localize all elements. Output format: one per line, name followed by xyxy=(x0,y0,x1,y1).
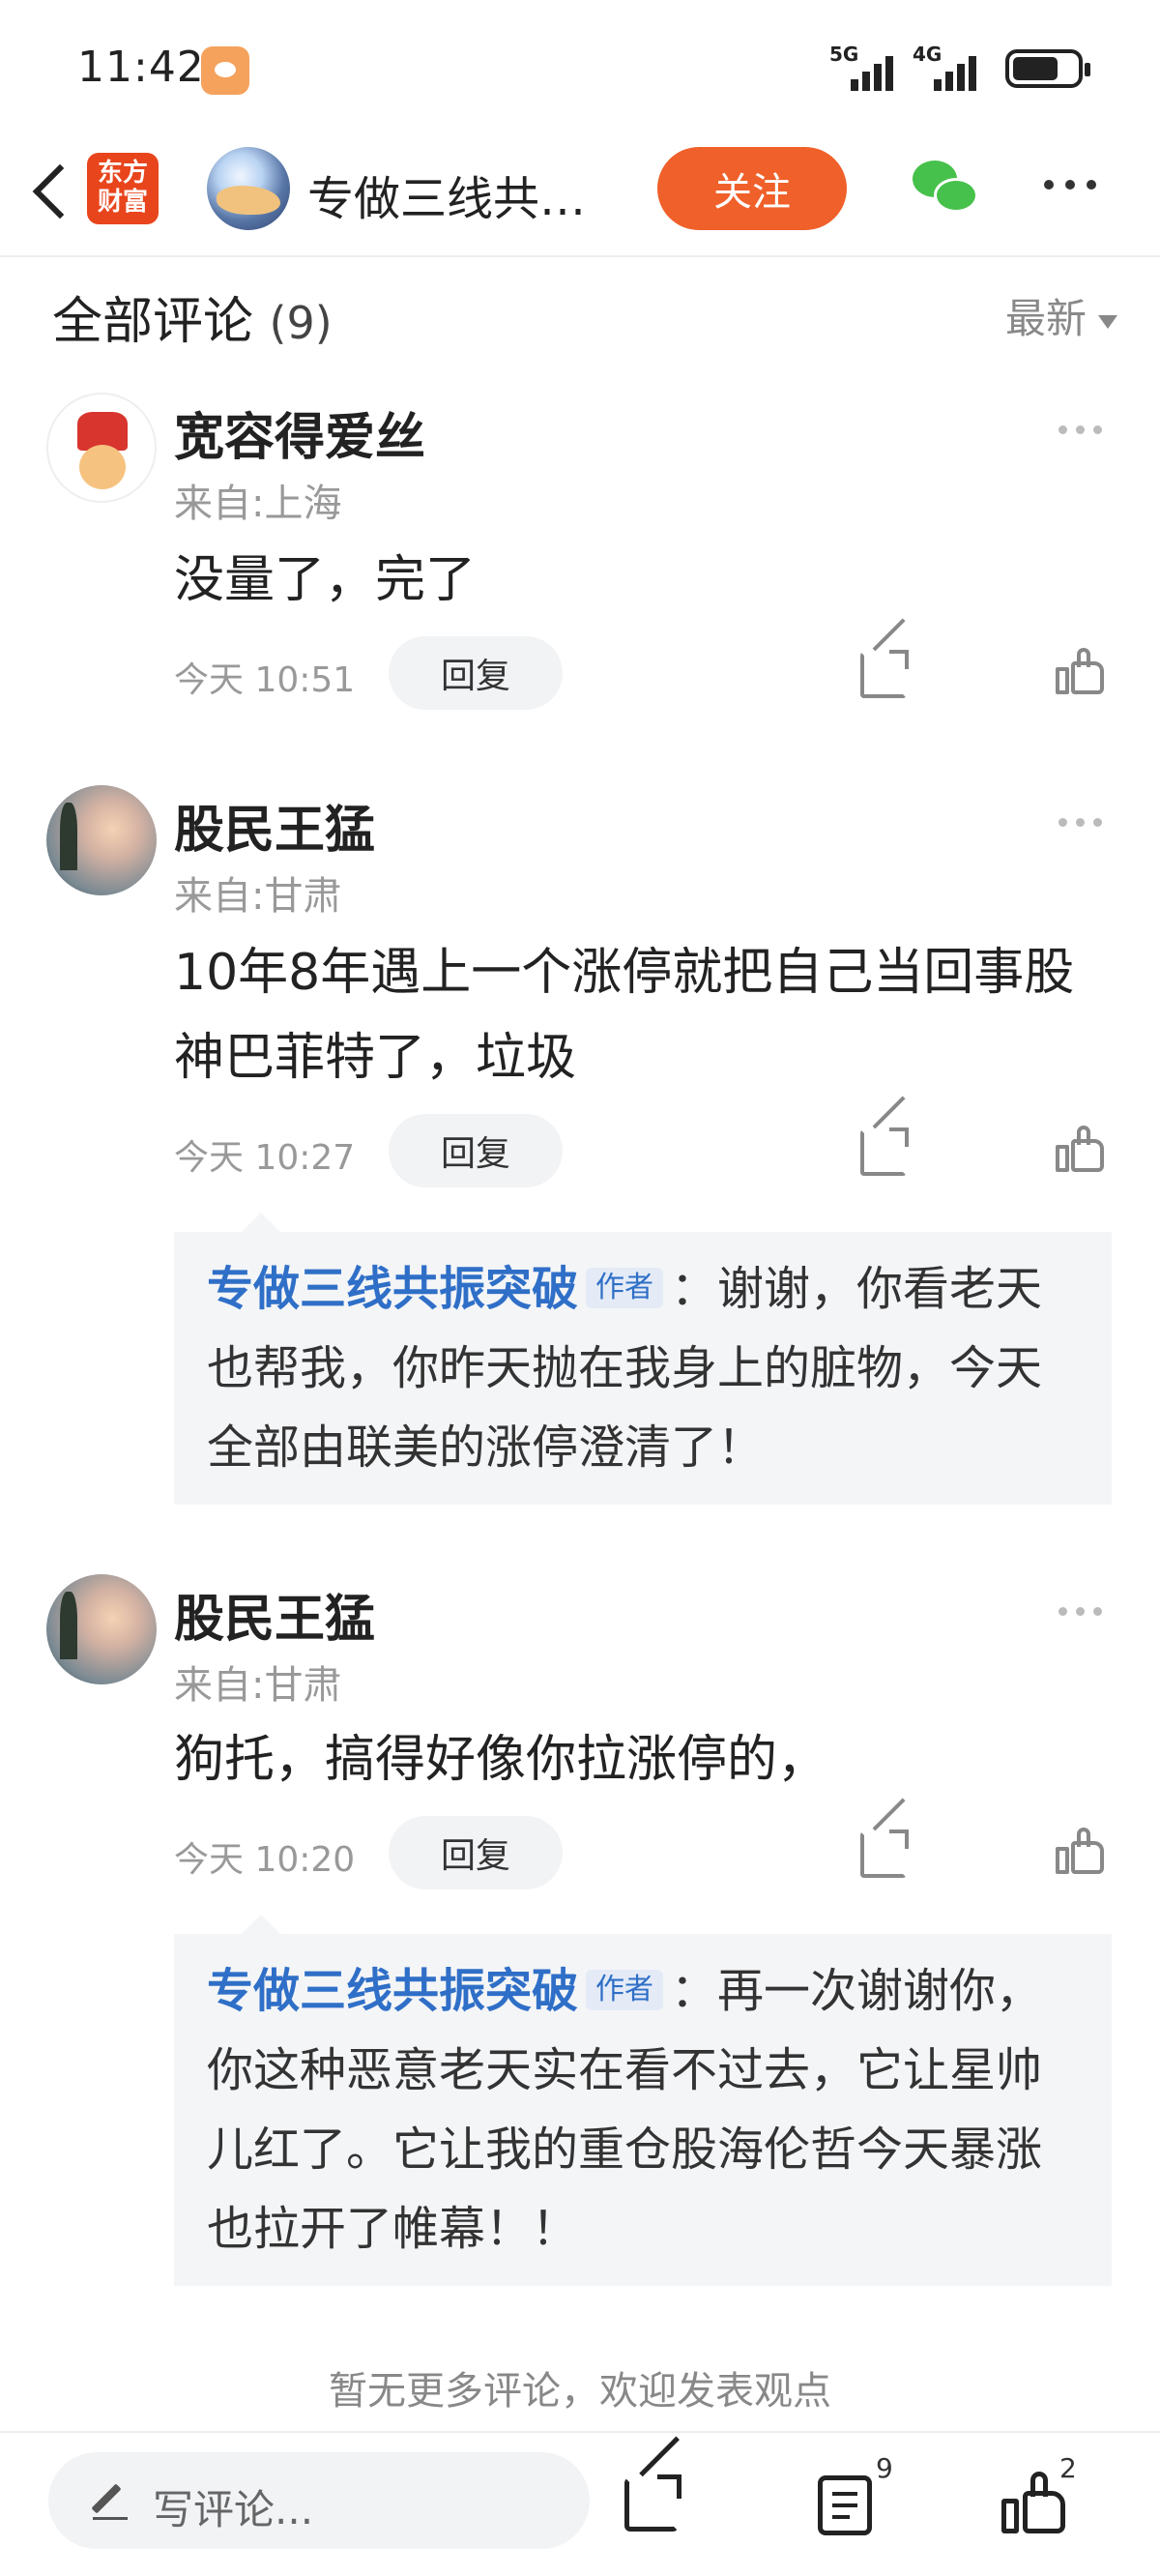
commenter-location: 来自:上海 xyxy=(174,482,342,526)
signal-4g-icon: 4G xyxy=(913,43,984,91)
notification-badge-icon xyxy=(201,46,249,95)
like-count-badge: 2 xyxy=(1059,2452,1077,2484)
comments-count: (9) xyxy=(269,297,333,349)
comment-more-icon[interactable] xyxy=(1058,1607,1102,1616)
comment-time: 今天 10:27 xyxy=(174,1138,356,1178)
pencil-icon xyxy=(93,2481,128,2520)
reply-author[interactable]: 专做三线共振突破 xyxy=(207,1262,578,1316)
reply-author[interactable]: 专做三线共振突破 xyxy=(207,1964,578,2018)
avatar[interactable] xyxy=(46,1574,157,1684)
comments-header: 全部评论 (9) xyxy=(52,280,333,353)
commenter-location: 来自:甘肃 xyxy=(174,874,342,919)
commenter-name[interactable]: 宽容得爱丝 xyxy=(174,396,425,469)
more-icon[interactable] xyxy=(1044,170,1112,199)
reply-button[interactable]: 回复 xyxy=(389,1816,563,1889)
comment-text: 没量了，完了 xyxy=(174,551,477,609)
share-icon[interactable] xyxy=(860,1830,909,1878)
share-icon[interactable] xyxy=(860,650,909,698)
comment-more-icon[interactable] xyxy=(1058,818,1102,827)
share-icon[interactable] xyxy=(860,1127,909,1176)
author-reply: 专做三线共振突破 作者 ：谢谢，你看老天也帮我，你昨天抛在我身上的脏物，今天全部由联… xyxy=(174,1213,1112,1505)
write-comment-placeholder: 写评论... xyxy=(153,2486,314,2533)
like-icon[interactable] xyxy=(1056,648,1104,694)
battery-icon xyxy=(1005,49,1090,88)
commenter-location: 来自:甘肃 xyxy=(174,1663,342,1708)
like-icon[interactable] xyxy=(1001,2472,1065,2535)
comment-time: 今天 10:20 xyxy=(174,1840,356,1880)
back-icon[interactable] xyxy=(19,159,87,226)
bottom-action-bar: 写评论... 9 2 xyxy=(0,2431,1160,2576)
signal-5g-icon: 5G xyxy=(829,43,901,91)
status-indicators: 5G 4G xyxy=(829,43,1090,91)
author-reply: 专做三线共振突破 作者 ：再一次谢谢你，你这种恶意老天实在看不过去，它让星帅儿红了。… xyxy=(174,1915,1112,2286)
like-icon[interactable] xyxy=(1056,1126,1104,1172)
comment-more-icon[interactable] xyxy=(1058,425,1102,434)
avatar[interactable] xyxy=(46,785,157,895)
commenter-name[interactable]: 股民王猛 xyxy=(174,789,375,862)
comment-text: 10年8年遇上一个涨停就把自己当回事股神巴菲特了，垃圾 xyxy=(174,944,1075,1087)
commenter-name[interactable]: 股民王猛 xyxy=(174,1578,375,1651)
like-icon[interactable] xyxy=(1056,1828,1104,1874)
author-avatar[interactable] xyxy=(207,147,290,230)
comment-count-badge: 9 xyxy=(876,2452,893,2484)
comment-time: 今天 10:51 xyxy=(174,660,356,700)
author-tag-badge: 作者 xyxy=(586,1970,664,2010)
comments-title: 全部评论 xyxy=(52,293,254,351)
top-nav-bar: 东方财富 专做三线共… 关注 xyxy=(0,135,1160,257)
end-of-comments-text: 暂无更多评论，欢迎发表观点 xyxy=(329,2369,831,2414)
write-comment-input[interactable]: 写评论... xyxy=(48,2452,590,2549)
comments-icon[interactable] xyxy=(818,2475,872,2535)
follow-button[interactable]: 关注 xyxy=(657,147,847,230)
status-bar: 11:42 5G 4G xyxy=(0,0,1160,135)
status-time: 11:42 xyxy=(77,43,205,92)
author-tag-badge: 作者 xyxy=(586,1268,664,1308)
reply-button[interactable]: 回复 xyxy=(389,636,563,710)
share-icon[interactable] xyxy=(624,2474,682,2532)
reply-button[interactable]: 回复 xyxy=(389,1114,563,1187)
app-logo[interactable]: 东方财富 xyxy=(87,153,159,224)
avatar[interactable] xyxy=(46,393,157,503)
author-title[interactable]: 专做三线共… xyxy=(307,161,586,228)
wechat-icon[interactable] xyxy=(913,157,982,219)
sort-dropdown[interactable]: 最新 xyxy=(1005,286,1117,345)
comment-text: 狗托，搞得好像你拉涨停的， xyxy=(174,1731,828,1789)
